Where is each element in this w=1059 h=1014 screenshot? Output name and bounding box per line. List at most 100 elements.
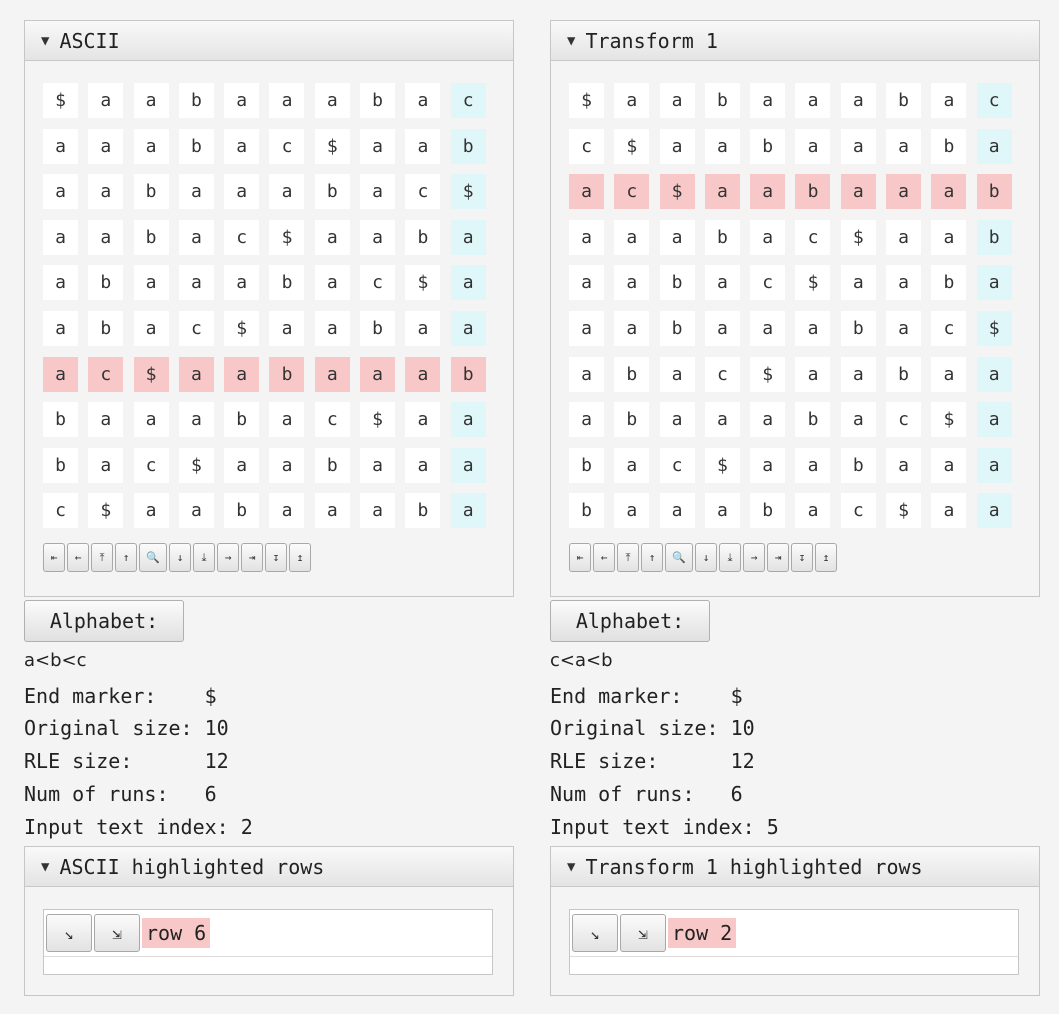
matrix-cell[interactable]: a (750, 174, 786, 210)
matrix-cell[interactable]: $ (886, 493, 922, 529)
matrix-cell[interactable]: a (314, 265, 350, 301)
matrix-cell[interactable]: b (450, 356, 486, 392)
matrix-cell[interactable]: b (976, 174, 1012, 210)
matrix-cell[interactable]: a (840, 265, 876, 301)
matrix-cell[interactable]: $ (976, 310, 1012, 346)
matrix-cell[interactable]: a (43, 265, 78, 301)
matrix-cell[interactable]: a (750, 83, 786, 118)
matrix-cell[interactable]: c (659, 447, 695, 483)
collapse-triangle-icon[interactable]: ▼ (41, 859, 49, 875)
matrix-cell[interactable]: a (360, 128, 396, 164)
matrix-cell[interactable]: c (360, 265, 396, 301)
matrix-cell[interactable]: a (931, 356, 967, 392)
matrix-cell[interactable]: $ (88, 493, 124, 529)
matrix-cell[interactable]: a (405, 402, 441, 438)
matrix-cell[interactable]: $ (269, 219, 305, 255)
matrix-cell[interactable]: a (43, 310, 78, 346)
matrix-cell[interactable]: b (224, 402, 260, 438)
search-button[interactable]: 🔍 (665, 543, 693, 572)
matrix-cell[interactable]: c (614, 174, 650, 210)
matrix-cell[interactable]: a (659, 402, 695, 438)
matrix-cell[interactable]: a (178, 493, 214, 529)
matrix-cell[interactable]: a (178, 219, 214, 255)
matrix-cell[interactable]: a (931, 174, 967, 210)
alphabet-button[interactable]: Alphabet: (24, 600, 184, 642)
matrix-cell[interactable]: a (360, 356, 396, 392)
ascii-panel-header[interactable]: ▼ ASCII (25, 21, 513, 61)
matrix-cell[interactable]: $ (795, 265, 831, 301)
last-column-button[interactable]: ⇥ (241, 543, 263, 572)
matrix-cell[interactable]: b (43, 447, 78, 483)
matrix-row[interactable]: b a c $ a a b a a a (43, 447, 496, 494)
matrix-cell[interactable]: $ (224, 310, 260, 346)
matrix-cell[interactable]: a (704, 493, 740, 529)
prev-column-button[interactable]: ← (593, 543, 615, 572)
matrix-cell[interactable]: $ (178, 447, 214, 483)
matrix-row[interactable]: b a a a b a c $ a a (43, 402, 496, 448)
matrix-cell[interactable]: b (704, 219, 740, 255)
matrix-cell[interactable]: b (750, 493, 786, 529)
matrix-cell[interactable]: a (405, 83, 441, 118)
next-row-button[interactable]: ↓ (695, 543, 717, 572)
matrix-row[interactable]: a a b a a a b a c $ (569, 310, 1022, 357)
matrix-cell[interactable]: b (405, 219, 441, 255)
matrix-cell[interactable]: a (88, 83, 124, 118)
matrix-cell[interactable]: a (886, 265, 922, 301)
matrix-cell[interactable]: a (795, 83, 831, 118)
matrix-cell[interactable]: $ (405, 265, 441, 301)
matrix-cell[interactable]: c (840, 493, 876, 529)
matrix-cell[interactable]: a (360, 174, 396, 210)
matrix-cell[interactable]: a (133, 493, 169, 529)
matrix-cell[interactable]: a (178, 356, 214, 392)
matrix-cell[interactable]: b (931, 128, 967, 164)
last-row-button[interactable]: ⤓ (193, 543, 215, 572)
matrix-cell[interactable]: $ (314, 128, 350, 164)
matrix-cell[interactable]: a (795, 447, 831, 483)
expand-rows-button[interactable]: ↧ (265, 543, 287, 572)
collapse-rows-button[interactable]: ↥ (289, 543, 311, 572)
matrix-cell[interactable]: a (43, 219, 78, 255)
matrix-cell[interactable]: a (704, 310, 740, 346)
matrix-cell[interactable]: $ (360, 402, 396, 438)
matrix-cell[interactable]: a (976, 447, 1012, 483)
matrix-cell[interactable]: a (840, 356, 876, 392)
matrix-cell[interactable]: c (750, 265, 786, 301)
matrix-cell[interactable]: c (795, 219, 831, 255)
matrix-cell[interactable]: c (450, 83, 486, 118)
matrix-cell[interactable]: a (360, 493, 396, 529)
next-column-button[interactable]: → (217, 543, 239, 572)
matrix-cell[interactable]: a (269, 83, 305, 118)
matrix-cell[interactable]: c (931, 310, 967, 346)
matrix-cell[interactable]: b (569, 493, 604, 529)
matrix-cell[interactable]: c (224, 219, 260, 255)
matrix-cell[interactable]: b (43, 402, 78, 438)
matrix-cell[interactable]: a (931, 447, 967, 483)
matrix-cell[interactable]: b (450, 128, 486, 164)
matrix-cell[interactable]: b (976, 219, 1012, 255)
go-to-row-button[interactable]: ↘ (572, 914, 618, 952)
matrix-cell[interactable]: a (450, 265, 486, 301)
matrix-cell[interactable]: a (840, 402, 876, 438)
matrix-row[interactable]: c $ a a b a a a b a (43, 493, 496, 539)
matrix-cell[interactable]: a (750, 447, 786, 483)
matrix-cell[interactable]: a (405, 310, 441, 346)
search-button[interactable]: 🔍 (139, 543, 167, 572)
matrix-row[interactable]: $ a a b a a a b a c (43, 83, 496, 129)
matrix-cell[interactable]: a (931, 493, 967, 529)
matrix-cell[interactable]: b (133, 219, 169, 255)
matrix-cell[interactable]: a (976, 128, 1012, 164)
matrix-cell[interactable]: a (314, 493, 350, 529)
matrix-cell[interactable]: a (569, 356, 604, 392)
matrix-cell[interactable]: $ (704, 447, 740, 483)
matrix-cell[interactable]: a (886, 310, 922, 346)
go-to-last-row-button[interactable]: ⇲ (620, 914, 666, 952)
matrix-cell[interactable]: a (178, 174, 214, 210)
matrix-cell[interactable]: c (178, 310, 214, 346)
highlighted-row-label[interactable]: row 2 (668, 918, 737, 948)
matrix-cell[interactable]: b (659, 310, 695, 346)
matrix-row[interactable]: a b a c $ a a b a a (43, 310, 496, 357)
matrix-cell[interactable]: c (133, 447, 169, 483)
transform-panel-header[interactable]: ▼ Transform 1 (551, 21, 1039, 61)
matrix-cell[interactable]: a (269, 447, 305, 483)
matrix-cell[interactable]: b (88, 310, 124, 346)
